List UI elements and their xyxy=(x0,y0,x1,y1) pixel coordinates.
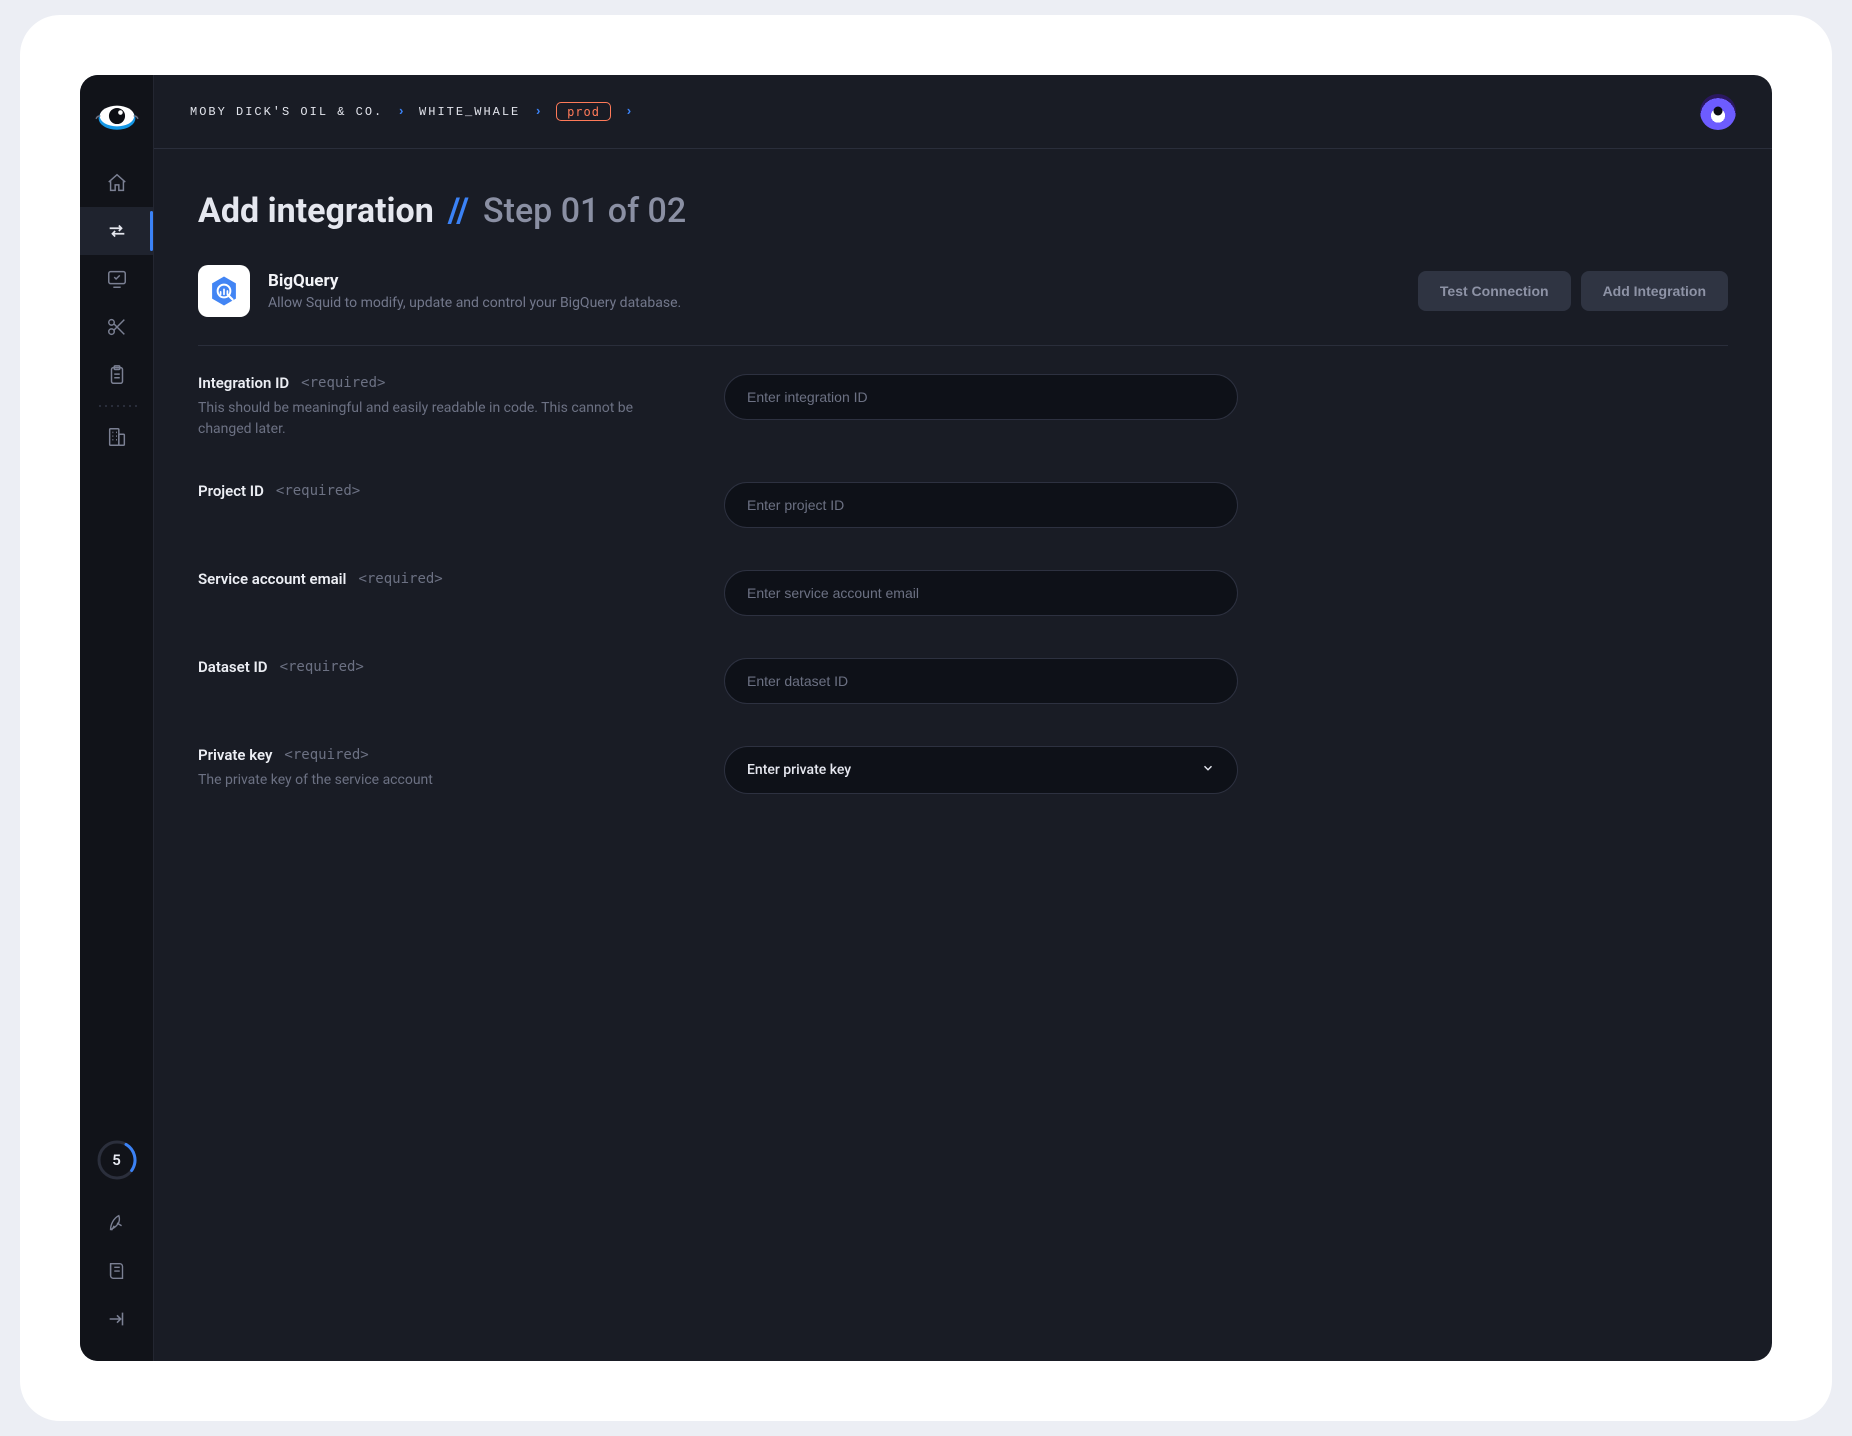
row-dataset-id: Dataset ID <required> xyxy=(198,658,1238,704)
integration-name: BigQuery xyxy=(268,271,681,291)
add-integration-button[interactable]: Add Integration xyxy=(1581,271,1728,311)
chevron-right-icon: › xyxy=(397,104,405,119)
avatar[interactable] xyxy=(1700,94,1736,130)
row-integration-id: Integration ID <required> This should be… xyxy=(198,374,1238,440)
bigquery-logo xyxy=(198,265,250,317)
label-integration-id: Integration ID xyxy=(198,374,289,392)
test-connection-button[interactable]: Test Connection xyxy=(1418,271,1571,311)
chevron-down-icon xyxy=(1201,761,1215,779)
sidebar-bottom: 5 xyxy=(80,1139,153,1343)
integration-header: BigQuery Allow Squid to modify, update a… xyxy=(198,265,1728,346)
nav-home[interactable] xyxy=(80,159,153,207)
breadcrumb: MOBY DICK'S OIL & CO. › WHITE_WHALE › pr… xyxy=(190,102,633,121)
label-dataset-id: Dataset ID xyxy=(198,658,268,676)
sidebar: 5 xyxy=(80,75,154,1361)
outer-card: 5 MOBY DICK'S OIL & CO. › WHITE_WH xyxy=(20,15,1832,1421)
title-slashes: // xyxy=(448,191,469,231)
main: MOBY DICK'S OIL & CO. › WHITE_WHALE › pr… xyxy=(154,75,1772,1361)
clipboard-icon xyxy=(106,364,128,386)
book-icon xyxy=(106,1260,128,1282)
nav-docs[interactable] xyxy=(80,1247,153,1295)
integration-actions: Test Connection Add Integration xyxy=(1418,271,1728,311)
logout-icon xyxy=(106,1308,128,1330)
required-tag: <required> xyxy=(358,571,442,587)
bigquery-icon xyxy=(207,274,241,308)
private-key-expander[interactable]: Enter private key xyxy=(724,746,1238,794)
rocket-icon xyxy=(106,1212,128,1234)
content: Add integration // Step 01 of 02 xyxy=(154,149,1772,836)
swap-icon xyxy=(106,220,128,242)
nav-integrations[interactable] xyxy=(80,207,153,255)
project-id-input[interactable] xyxy=(724,482,1238,528)
integration-desc: Allow Squid to modify, update and contro… xyxy=(268,295,681,311)
page-title-text: Add integration xyxy=(198,191,434,231)
eye-logo-icon xyxy=(94,93,140,139)
nav-monitors[interactable] xyxy=(80,255,153,303)
monitor-check-icon xyxy=(106,268,128,290)
label-project-id: Project ID xyxy=(198,482,264,500)
scissors-icon xyxy=(106,316,128,338)
label-service-account-email: Service account email xyxy=(198,570,346,588)
private-key-placeholder: Enter private key xyxy=(747,762,851,778)
nav-snips[interactable] xyxy=(80,303,153,351)
sidebar-nav xyxy=(80,159,153,461)
desc-integration-id: This should be meaningful and easily rea… xyxy=(198,398,638,440)
row-service-account-email: Service account email <required> xyxy=(198,570,1238,616)
chevron-right-icon: › xyxy=(625,104,633,119)
service-account-email-input[interactable] xyxy=(724,570,1238,616)
page-title: Add integration // Step 01 of 02 xyxy=(198,191,1728,231)
nav-tasks[interactable] xyxy=(80,351,153,399)
integration-text: BigQuery Allow Squid to modify, update a… xyxy=(268,271,681,311)
chevron-right-icon: › xyxy=(534,104,542,119)
topbar: MOBY DICK'S OIL & CO. › WHITE_WHALE › pr… xyxy=(154,75,1772,149)
app-frame: 5 MOBY DICK'S OIL & CO. › WHITE_WH xyxy=(80,75,1772,1361)
home-icon xyxy=(106,172,128,194)
integration-form: Integration ID <required> This should be… xyxy=(198,374,1238,794)
required-tag: <required> xyxy=(280,659,364,675)
env-chip[interactable]: prod xyxy=(556,102,611,121)
required-tag: <required> xyxy=(301,375,385,391)
usage-indicator[interactable]: 5 xyxy=(96,1139,138,1181)
required-tag: <required> xyxy=(284,747,368,763)
nav-logout[interactable] xyxy=(80,1295,153,1343)
breadcrumb-project[interactable]: WHITE_WHALE xyxy=(419,105,520,119)
nav-rocket[interactable] xyxy=(80,1199,153,1247)
integration-id-input[interactable] xyxy=(724,374,1238,420)
dataset-id-input[interactable] xyxy=(724,658,1238,704)
breadcrumb-org[interactable]: MOBY DICK'S OIL & CO. xyxy=(190,105,383,119)
sidebar-separator xyxy=(97,403,137,409)
app-logo[interactable] xyxy=(94,93,140,139)
required-tag: <required> xyxy=(276,483,360,499)
row-project-id: Project ID <required> xyxy=(198,482,1238,528)
row-private-key: Private key <required> The private key o… xyxy=(198,746,1238,794)
label-private-key: Private key xyxy=(198,746,272,764)
desc-private-key: The private key of the service account xyxy=(198,770,638,791)
building-icon xyxy=(106,426,128,448)
nav-org[interactable] xyxy=(80,413,153,461)
page-step: Step 01 of 02 xyxy=(483,191,686,231)
